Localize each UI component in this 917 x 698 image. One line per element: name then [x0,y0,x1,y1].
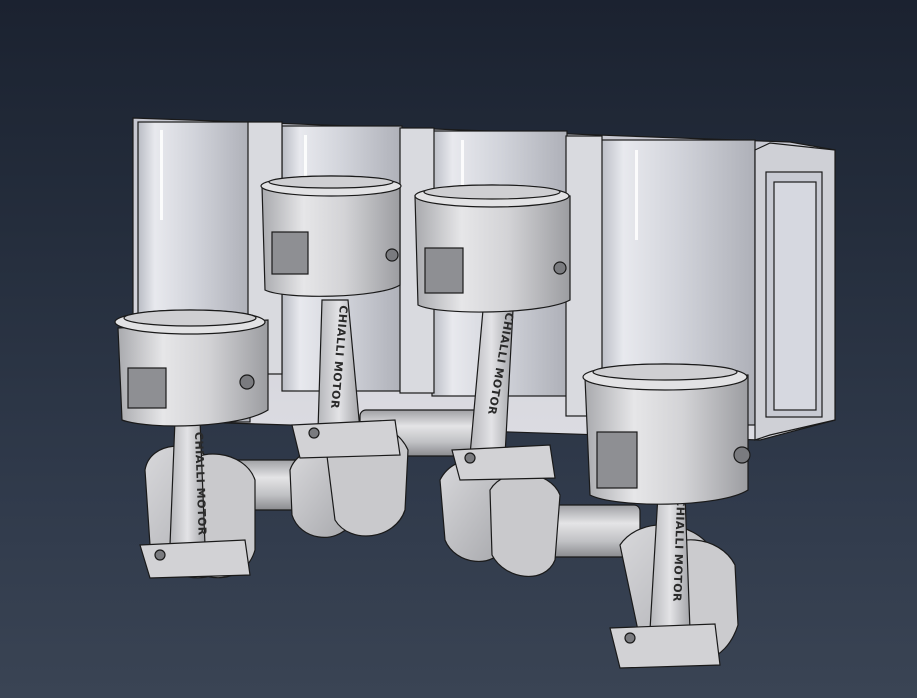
piston-3 [414,184,571,313]
cad-viewport[interactable]: CHIALLI MOTOR CHIALLI MOTOR CHIALLI MOTO… [0,0,917,698]
piston-4 [582,363,751,505]
piston-1 [114,309,269,427]
piston-2 [260,175,402,297]
engine-model: CHIALLI MOTOR CHIALLI MOTOR CHIALLI MOTO… [114,117,836,669]
